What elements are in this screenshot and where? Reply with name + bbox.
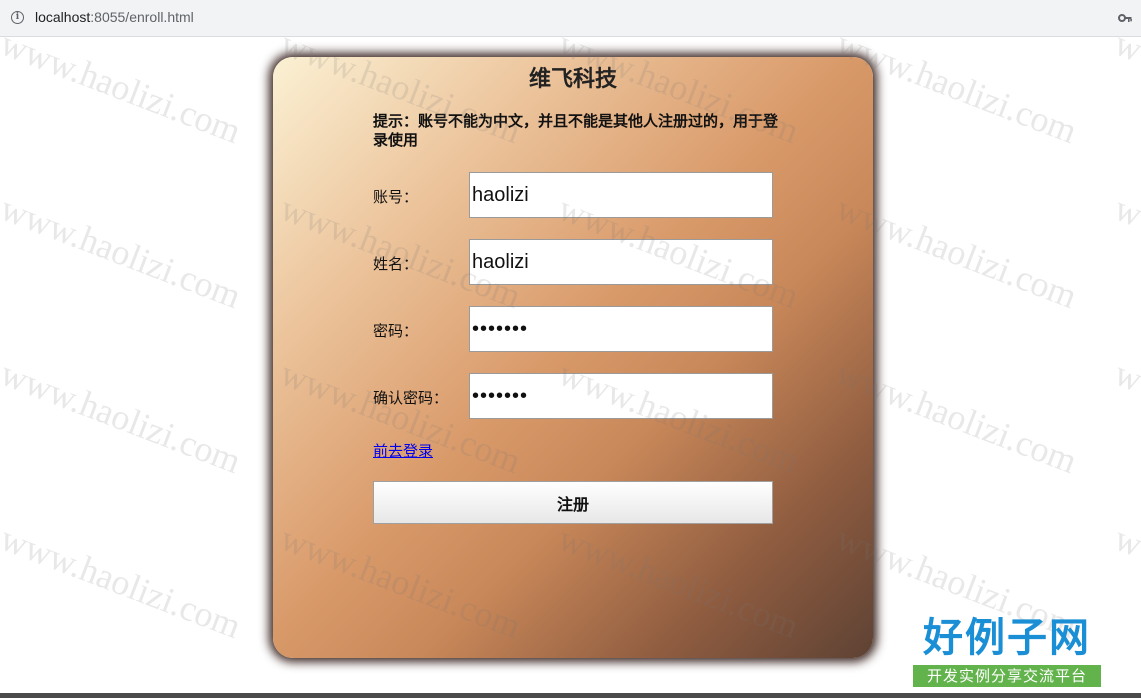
watermark-text: www.haolizi.com (1109, 37, 1141, 152)
info-icon[interactable]: i (11, 11, 24, 24)
register-button[interactable]: 注册 (373, 481, 773, 524)
key-icon[interactable] (1118, 12, 1132, 24)
watermark-text: www.haolizi.com (0, 517, 247, 647)
watermark-text: www.haolizi.com (1109, 517, 1141, 647)
password-label: 密码： (373, 322, 419, 340)
confirm-password-label: 确认密码： (373, 389, 449, 407)
logo-main-text: 好例子网 (923, 615, 1091, 661)
watermark-text: www.haolizi.com (0, 37, 247, 152)
brand-title: 维飞科技 (528, 67, 617, 92)
watermark-text: www.haolizi.com (1109, 352, 1141, 482)
site-logo: 好例子网 开发实例分享交流平台 (913, 614, 1101, 688)
register-card: 维飞科技 提示：账号不能为中文，并且不能是其他人注册过的，用于登录使用 账号： … (273, 57, 873, 658)
url-path: :8055/enroll.html (90, 9, 194, 25)
watermark-text: www.haolizi.com (0, 352, 247, 482)
bottom-strip (0, 693, 1141, 698)
hint-text: 提示：账号不能为中文，并且不能是其他人注册过的，用于登录使用 (373, 112, 779, 149)
go-login-link[interactable]: 前去登录 (373, 440, 433, 461)
browser-address-bar: i localhost:8055/enroll.html (0, 0, 1141, 37)
name-input[interactable] (469, 239, 773, 285)
watermark-text: www.haolizi.com (1109, 187, 1141, 317)
watermark-text: www.haolizi.com (0, 187, 247, 317)
account-input[interactable] (469, 172, 773, 218)
url-text[interactable]: localhost:8055/enroll.html (35, 9, 194, 25)
logo-sub-text: 开发实例分享交流平台 (913, 665, 1101, 687)
confirm-password-input[interactable] (469, 373, 773, 419)
account-label: 账号： (373, 188, 419, 206)
url-host: localhost (35, 9, 91, 25)
name-label: 姓名： (373, 255, 419, 273)
password-input[interactable] (469, 306, 773, 352)
